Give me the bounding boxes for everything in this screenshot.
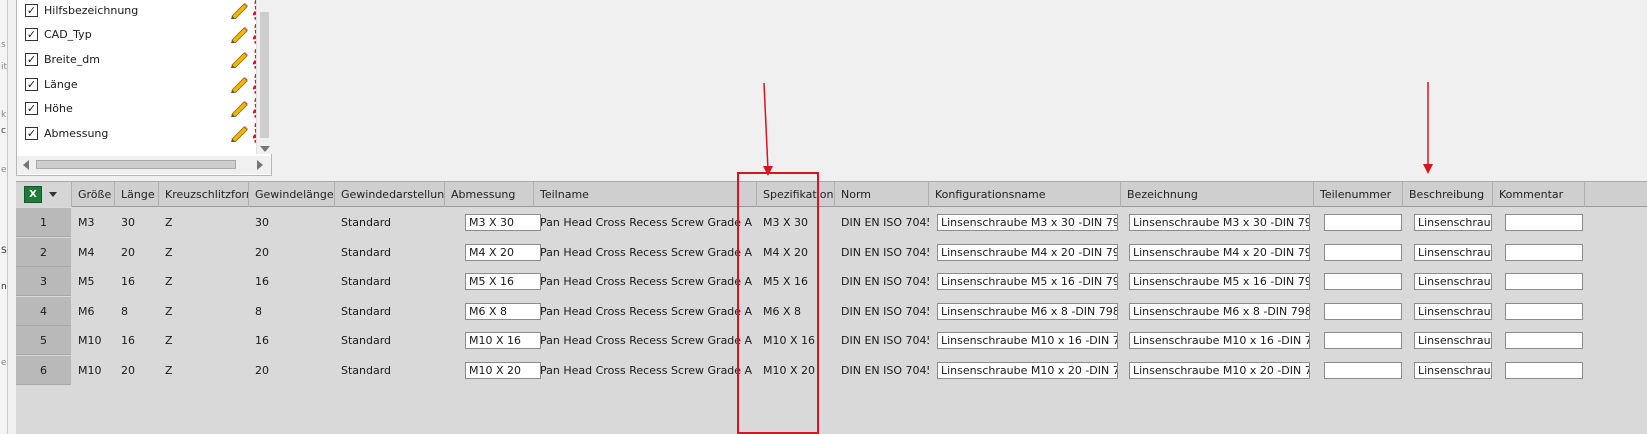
annotation-arrows	[763, 82, 1433, 176]
red-arrow-spezifikation	[763, 82, 773, 176]
red-arrow-beschreibung	[1423, 82, 1433, 174]
